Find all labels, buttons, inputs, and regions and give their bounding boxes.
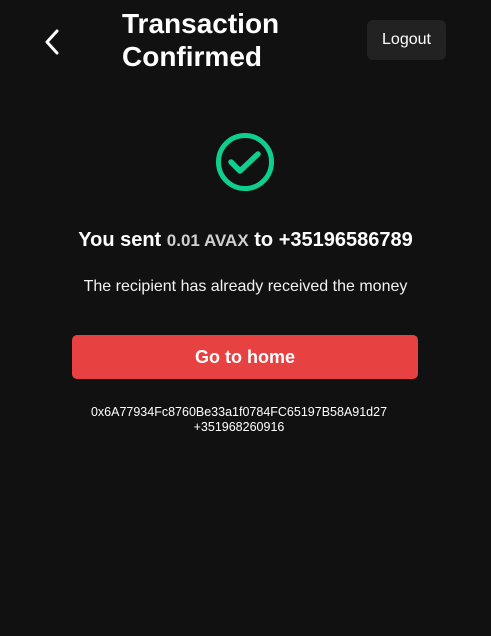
recipient-value: +35196586789 [278, 229, 413, 251]
chevron-left-icon [45, 29, 59, 55]
recipient-note: The recipient has already received the m… [83, 278, 408, 295]
logout-button[interactable]: Logout [367, 20, 446, 60]
check-circle-icon [216, 133, 274, 191]
success-indicator [215, 132, 275, 192]
go-home-button[interactable]: Go to home [72, 335, 418, 379]
phone-number: +351968260916 [193, 419, 285, 434]
amount-value: 0.01 AVAX [166, 231, 249, 250]
transaction-hash: 0x6A77934Fc8760Be33a1f0784FC65197B58A91d… [90, 405, 388, 419]
summary-prefix: You sent [78, 229, 162, 251]
page-title: Transaction Confirmed [122, 8, 280, 72]
transaction-confirmed-screen: Transaction Confirmed Logout You sent 0.… [0, 0, 491, 636]
transaction-details: 0x6A77934Fc8760Be33a1f0784FC65197B58A91d… [0, 405, 478, 434]
summary-to: to [254, 229, 274, 251]
transaction-summary: You sent 0.01 AVAX to +35196586789 [0, 228, 491, 253]
back-button[interactable] [36, 24, 68, 60]
